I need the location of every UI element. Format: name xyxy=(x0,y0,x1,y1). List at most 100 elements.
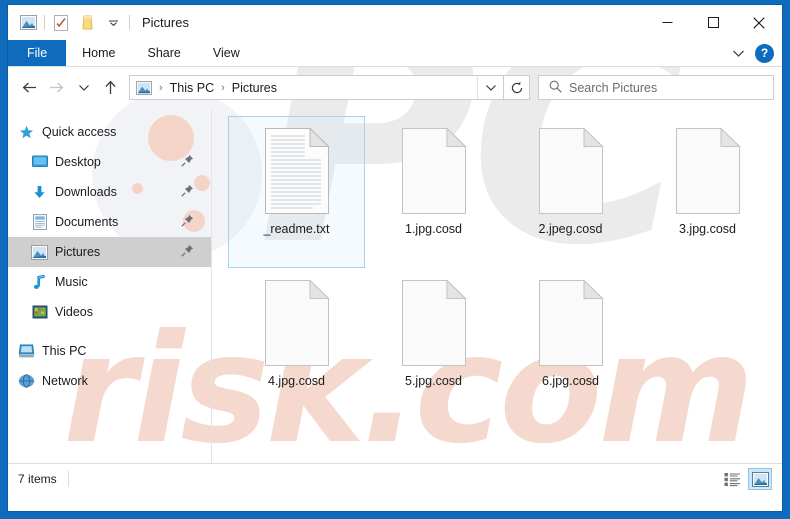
help-button[interactable]: ? xyxy=(755,43,774,63)
breadcrumb-item-pictures[interactable]: Pictures xyxy=(231,81,278,95)
file-item[interactable]: 6.jpg.cosd xyxy=(502,268,639,420)
status-bar: 7 items xyxy=(8,463,782,494)
file-name: 6.jpg.cosd xyxy=(542,374,599,388)
sidebar-item-label: Pictures xyxy=(55,245,101,259)
music-note-icon xyxy=(31,274,48,291)
navigation-pane: Quick access Desktop Downloads Documents… xyxy=(8,108,211,463)
tab-share[interactable]: Share xyxy=(132,40,197,66)
up-button[interactable] xyxy=(97,74,124,101)
chevron-down-icon[interactable] xyxy=(727,42,749,64)
back-button[interactable] xyxy=(16,74,43,101)
file-item[interactable]: _readme.txt xyxy=(228,116,365,268)
text-document-icon xyxy=(263,127,331,215)
sidebar-item-documents[interactable]: Documents xyxy=(8,207,211,237)
content-area: Quick access Desktop Downloads Documents… xyxy=(8,108,782,463)
sidebar-item-label: Network xyxy=(42,374,88,388)
pictures-icon xyxy=(31,244,48,261)
breadcrumb[interactable]: › This PC › Pictures xyxy=(129,75,504,100)
sidebar-item-desktop[interactable]: Desktop xyxy=(8,147,211,177)
tab-view[interactable]: View xyxy=(197,40,256,66)
blank-document-icon xyxy=(537,127,605,215)
sidebar-item-this-pc[interactable]: This PC xyxy=(8,336,211,366)
sidebar-item-label: Quick access xyxy=(42,125,117,139)
title-bar: Pictures xyxy=(8,5,782,40)
network-icon xyxy=(18,373,35,390)
sidebar-item-downloads[interactable]: Downloads xyxy=(8,177,211,207)
blank-document-icon xyxy=(263,279,331,367)
properties-icon[interactable] xyxy=(48,11,74,35)
chevron-down-icon[interactable] xyxy=(100,11,126,35)
blank-document-icon xyxy=(537,279,605,367)
sidebar-item-pictures[interactable]: Pictures xyxy=(8,237,211,267)
videos-icon xyxy=(31,304,48,321)
sidebar-item-network[interactable]: Network xyxy=(8,366,211,396)
sidebar-item-label: This PC xyxy=(42,344,87,358)
file-item[interactable]: 3.jpg.cosd xyxy=(639,116,776,268)
large-icons-view-button[interactable] xyxy=(748,468,772,490)
search-input[interactable]: Search Pictures xyxy=(538,75,774,100)
details-view-button[interactable] xyxy=(720,468,744,490)
ribbon-right-controls: ? xyxy=(727,40,782,66)
recent-locations-button[interactable] xyxy=(70,74,97,101)
sidebar-item-music[interactable]: Music xyxy=(8,267,211,297)
pin-icon[interactable] xyxy=(181,184,194,200)
blank-document-icon xyxy=(400,127,468,215)
file-name: 5.jpg.cosd xyxy=(405,374,462,388)
chevron-down-icon[interactable] xyxy=(477,76,503,99)
close-button[interactable] xyxy=(736,5,782,40)
desktop-icon xyxy=(31,154,48,171)
refresh-icon[interactable] xyxy=(504,75,530,100)
file-explorer-window: PC risk.com Pictures File Home Share Vie… xyxy=(7,4,783,512)
blank-document-icon xyxy=(400,279,468,367)
sidebar-item-label: Videos xyxy=(55,305,93,319)
pin-icon[interactable] xyxy=(181,214,194,230)
view-mode-buttons xyxy=(720,468,772,490)
file-item[interactable]: 4.jpg.cosd xyxy=(228,268,365,420)
file-name: 4.jpg.cosd xyxy=(268,374,325,388)
file-item[interactable]: 5.jpg.cosd xyxy=(365,268,502,420)
sidebar-item-videos[interactable]: Videos xyxy=(8,297,211,327)
search-icon xyxy=(549,80,562,96)
window-controls xyxy=(644,5,782,40)
tab-file[interactable]: File xyxy=(8,40,67,66)
file-item[interactable]: 2.jpeg.cosd xyxy=(502,116,639,268)
item-count-label: 7 items xyxy=(18,472,57,486)
blank-document-icon xyxy=(674,127,742,215)
minimize-button[interactable] xyxy=(644,5,690,40)
file-name: 1.jpg.cosd xyxy=(405,222,462,236)
breadcrumb-separator: › xyxy=(221,81,225,94)
pin-icon[interactable] xyxy=(181,244,194,260)
file-name: _readme.txt xyxy=(263,222,330,236)
sidebar-item-label: Music xyxy=(55,275,88,289)
toolbar-divider xyxy=(44,15,45,30)
new-folder-icon[interactable] xyxy=(74,11,100,35)
sidebar-item-label: Downloads xyxy=(55,185,117,199)
file-name: 3.jpg.cosd xyxy=(679,222,736,236)
tab-home[interactable]: Home xyxy=(66,40,131,66)
search-placeholder: Search Pictures xyxy=(569,80,658,95)
status-divider xyxy=(67,471,69,487)
window-title: Pictures xyxy=(142,15,189,30)
breadcrumb-separator: › xyxy=(159,81,163,94)
ribbon-tab-bar: File Home Share View ? xyxy=(8,40,782,67)
file-item[interactable]: 1.jpg.cosd xyxy=(365,116,502,268)
this-pc-icon xyxy=(18,343,35,360)
quick-access-toolbar xyxy=(8,11,133,35)
toolbar-divider xyxy=(129,15,130,30)
documents-icon xyxy=(31,214,48,231)
pictures-icon[interactable] xyxy=(15,11,41,35)
address-bar: › This PC › Pictures Search Pictures xyxy=(8,67,782,108)
breadcrumb-item-this-pc[interactable]: This PC xyxy=(169,81,215,95)
sidebar-item-label: Desktop xyxy=(55,155,101,169)
sidebar-item-quick-access[interactable]: Quick access xyxy=(8,117,211,147)
maximize-button[interactable] xyxy=(690,5,736,40)
file-name: 2.jpeg.cosd xyxy=(538,222,603,236)
pin-icon[interactable] xyxy=(181,154,194,170)
file-grid: _readme.txt 1.jpg.cosd 2.jpeg.cosd 3.jpg… xyxy=(228,116,782,420)
sidebar-item-label: Documents xyxy=(55,215,119,229)
file-list-pane[interactable]: _readme.txt 1.jpg.cosd 2.jpeg.cosd 3.jpg… xyxy=(212,108,782,463)
breadcrumb-root-icon[interactable] xyxy=(135,80,153,95)
download-icon xyxy=(31,184,48,201)
star-icon xyxy=(18,124,35,141)
